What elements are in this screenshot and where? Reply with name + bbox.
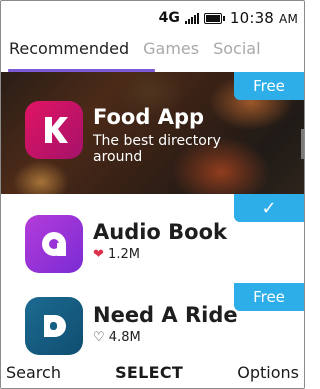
softkey-search[interactable]: Search — [6, 363, 61, 382]
softkey-bar: Search SELECT Options — [1, 357, 304, 388]
tab-recommended[interactable]: Recommended — [9, 38, 129, 60]
network-type: 4G — [158, 10, 180, 26]
heart-outline-icon: ♡ — [93, 330, 105, 345]
need-a-ride-likes: ♡ 4.8M — [93, 330, 141, 345]
check-icon: ✓ — [261, 197, 277, 219]
food-app-title: Food App — [93, 105, 205, 129]
need-a-ride-icon — [25, 297, 83, 355]
a-logo-icon — [42, 232, 66, 256]
audio-book-likes: ❤ 1.2M — [93, 247, 140, 262]
d-logo-icon — [44, 315, 66, 337]
phone-screen: 4G 10:38 AM Recommended Games Social Fre… — [0, 0, 305, 389]
battery-icon — [203, 12, 225, 24]
clock: 10:38 AM — [229, 9, 298, 27]
food-app-subtitle: The best directory around — [93, 133, 221, 165]
audio-book-title: Audio Book — [93, 220, 227, 244]
tab-bar: Recommended Games Social — [1, 38, 304, 68]
softkey-select[interactable]: SELECT — [115, 363, 183, 382]
heart-filled-icon: ❤ — [93, 247, 104, 262]
food-app-icon — [25, 101, 83, 159]
scrollbar[interactable] — [301, 129, 304, 159]
need-a-ride-title: Need A Ride — [93, 303, 238, 327]
tab-social[interactable]: Social — [213, 38, 260, 60]
installed-badge: ✓ — [234, 194, 304, 222]
status-bar: 4G 10:38 AM — [1, 1, 304, 35]
signal-icon — [184, 12, 199, 24]
free-badge: Free — [234, 72, 304, 100]
tab-games[interactable]: Games — [143, 38, 199, 60]
free-badge-2: Free — [234, 283, 304, 311]
k-logo-icon — [45, 117, 68, 143]
audio-book-icon — [25, 215, 83, 273]
softkey-options[interactable]: Options — [237, 363, 299, 382]
